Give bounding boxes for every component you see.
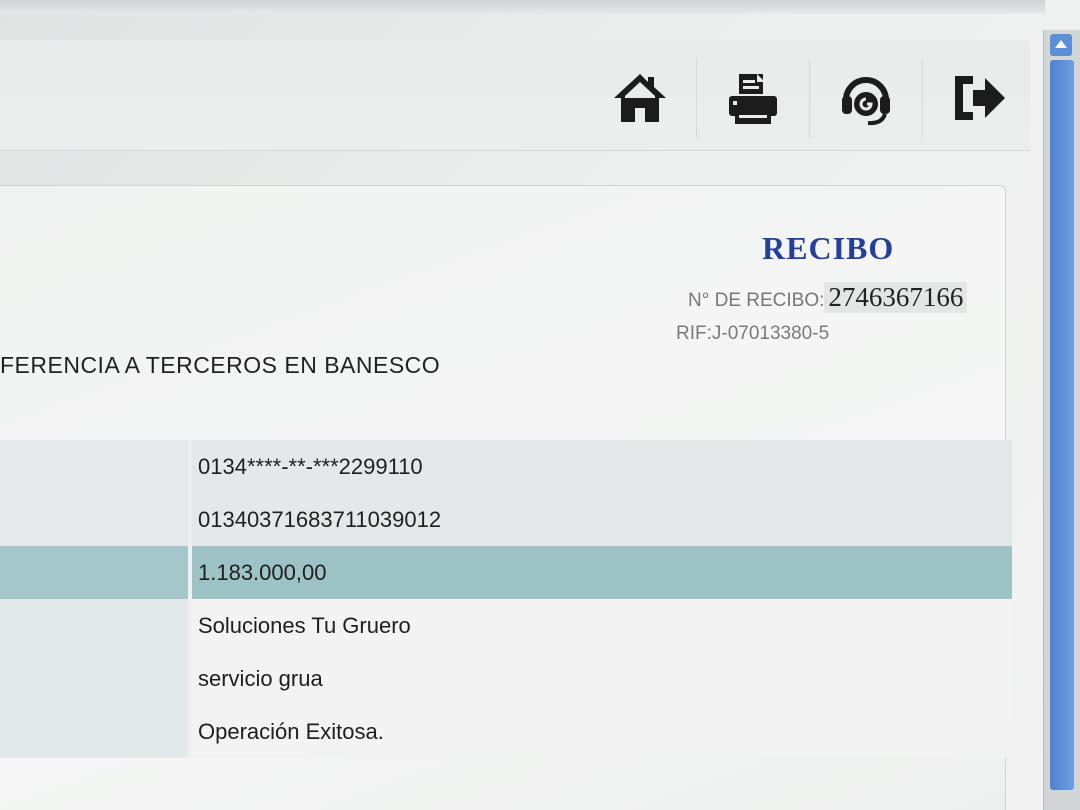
scroll-up-button[interactable] [1050,34,1072,56]
detail-row: 0134****-**-***2299110 [0,440,1012,493]
detail-value: 0134****-**-***2299110 [188,440,1012,493]
receipt-title: RECIBO [762,230,895,266]
home-button[interactable] [584,58,696,138]
receipt-details: 0134****-**-***2299110 01340371683711039… [0,440,1012,758]
detail-value: 01340371683711039012 [188,493,1012,546]
detail-row: 01340371683711039012 [0,493,1012,546]
support-button[interactable] [809,58,922,138]
detail-label-cell [0,599,188,652]
detail-label-cell [0,652,188,705]
detail-row-amount: 1.183.000,00 [0,546,1012,599]
detail-row: servicio grua [0,652,1012,705]
detail-row: Soluciones Tu Gruero [0,599,1012,652]
logout-button[interactable] [922,58,1035,138]
print-button[interactable] [696,58,809,138]
detail-row: Operación Exitosa. [0,705,1012,758]
detail-label-cell [0,705,188,758]
amount-value: 1.183.000,00 [188,546,1012,599]
browser-top-strip [0,0,1045,14]
receipt-number-row: N° DE RECIBO: 2746367166 [688,282,968,313]
receipt-number-label: N° DE RECIBO: [688,290,825,311]
receipt-number-value: 2746367166 [824,282,968,313]
detail-value: servicio grua [188,652,1012,705]
home-icon [614,74,666,122]
status-value: Operación Exitosa. [188,705,1012,758]
rif-text: RIF:J-07013380-5 [676,323,830,344]
headset-icon [842,77,890,126]
detail-value: Soluciones Tu Gruero [188,599,1012,652]
logout-icon [955,76,1005,120]
toolbar [584,58,1035,138]
transaction-title: FERENCIA A TERCEROS EN BANESCO [0,352,441,378]
printer-icon [729,74,777,124]
scrollbar-thumb[interactable] [1050,60,1074,790]
detail-label-cell [0,493,188,546]
page: RECIBO N° DE RECIBO: 2746367166 RIF:J-07… [0,0,1080,810]
detail-label-cell [0,440,188,493]
detail-label-cell [0,546,188,599]
